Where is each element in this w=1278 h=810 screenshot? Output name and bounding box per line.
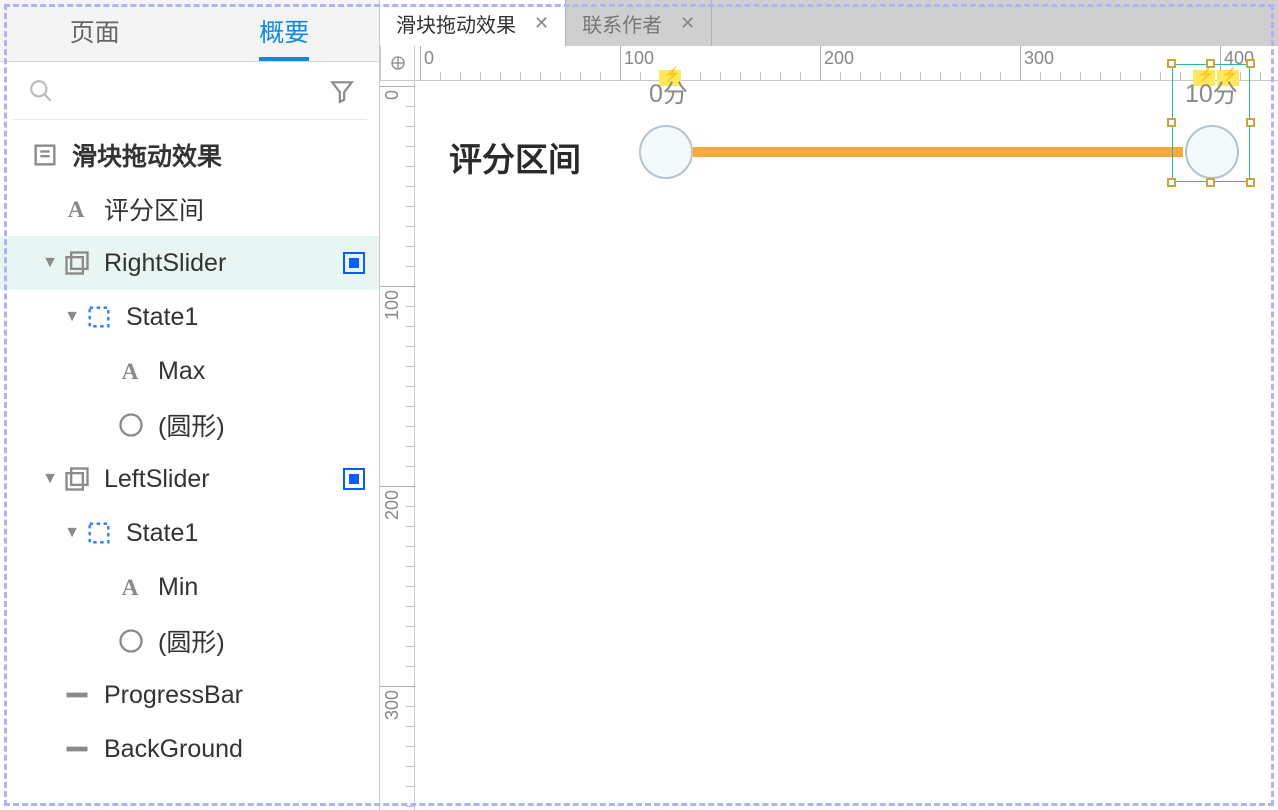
main-area: 滑块拖动效果✕联系作者✕ 0100200300400 0100200300 评分…	[380, 0, 1278, 810]
ruler-vertical[interactable]: 0 100 200 300	[380, 81, 415, 810]
outline-row-label: State1	[126, 303, 365, 332]
svg-text:A: A	[122, 575, 139, 601]
active-tab-indicator	[259, 57, 309, 61]
dynamic-icon	[60, 462, 94, 496]
outline-row-label: (圆形)	[158, 407, 365, 443]
ruler-tick-label: 300	[1024, 48, 1054, 69]
outline-row[interactable]: ▼ State1	[0, 506, 379, 560]
app-root: 页面 概要 滑块拖动效果 A 评分区间 ▼ RightSlider ▼ State1 A Max…	[0, 0, 1278, 810]
sidebar-tab-outline[interactable]: 概要	[190, 0, 380, 61]
svg-text:A: A	[68, 197, 85, 223]
document-tabbar: 滑块拖动效果 ✕ 联系作者 ✕	[380, 0, 1278, 46]
svg-text:A: A	[122, 359, 139, 385]
chevron-down-icon[interactable]: ▼	[62, 308, 82, 326]
outline-tree: 滑块拖动效果 A 评分区间 ▼ RightSlider ▼ State1 A Max (圆形) ▼ L…	[0, 120, 379, 810]
outline-row-label: State1	[126, 519, 365, 548]
outline-row-label: Max	[158, 357, 365, 386]
ruler-tick-label: 0	[382, 90, 403, 100]
outline-row[interactable]: ▼ State1	[0, 290, 379, 344]
chevron-down-icon[interactable]: ▼	[40, 254, 60, 272]
filter-icon[interactable]	[329, 78, 355, 104]
document-tab-label: 联系作者	[582, 9, 662, 38]
selection-bounding-box[interactable]	[1172, 64, 1250, 182]
ruler-horizontal[interactable]: 0100200300400	[415, 46, 1278, 81]
document-tab[interactable]: 联系作者 ✕	[566, 0, 712, 46]
resize-handle-bottom-mid[interactable]	[1206, 178, 1215, 187]
resize-handle-mid-left[interactable]	[1167, 118, 1176, 127]
resize-handle-top-mid[interactable]	[1206, 59, 1215, 68]
close-icon[interactable]: ✕	[680, 13, 695, 34]
document-tab-label: 滑块拖动效果	[396, 9, 516, 38]
ruler-tick-label: 0	[424, 48, 434, 69]
left-slider-knob[interactable]	[639, 125, 693, 179]
outline-row[interactable]: ▼ LeftSlider	[0, 452, 379, 506]
sidebar-tab-page-label: 页面	[70, 13, 120, 49]
resize-handle-bottom-left[interactable]	[1167, 178, 1176, 187]
ruler-origin-icon[interactable]	[380, 46, 415, 81]
outline-row-label: ProgressBar	[104, 681, 365, 710]
ruler-tick-label: 200	[382, 490, 403, 520]
sidebar-tabs: 页面 概要	[0, 0, 379, 62]
outline-row-label: 滑块拖动效果	[72, 137, 365, 173]
search-icon[interactable]	[28, 78, 54, 104]
ruler-tick-label: 300	[382, 690, 403, 720]
line-icon	[60, 678, 94, 712]
resize-handle-mid-right[interactable]	[1246, 118, 1255, 127]
text-icon: A	[114, 570, 148, 604]
outline-row-label: RightSlider	[104, 249, 343, 278]
dynamic-panel-badge-icon	[343, 468, 365, 490]
outline-row-label: BackGround	[104, 735, 365, 764]
document-tab[interactable]: 滑块拖动效果 ✕	[380, 0, 566, 46]
dynamic-icon	[60, 246, 94, 280]
page-icon	[28, 138, 62, 172]
dynamic-panel-badge-icon	[343, 252, 365, 274]
outline-row[interactable]: 滑块拖动效果	[0, 128, 379, 182]
progress-bar[interactable]	[693, 147, 1183, 157]
outline-row[interactable]: (圆形)	[0, 398, 379, 452]
sidebar: 页面 概要 滑块拖动效果 A 评分区间 ▼ RightSlider ▼ State1 A Max…	[0, 0, 380, 810]
sidebar-tab-page[interactable]: 页面	[0, 0, 190, 61]
resize-handle-bottom-right[interactable]	[1246, 178, 1255, 187]
state-icon	[82, 300, 116, 334]
left-score-label[interactable]: 0分	[649, 74, 688, 110]
outline-row[interactable]: ▼ RightSlider	[0, 236, 379, 290]
search-input[interactable]	[64, 79, 329, 102]
sidebar-tab-outline-label: 概要	[259, 13, 309, 49]
outline-row[interactable]: A 评分区间	[0, 182, 379, 236]
ellipse-icon	[114, 624, 148, 658]
outline-row[interactable]: BackGround	[0, 722, 379, 776]
rating-title[interactable]: 评分区间	[449, 133, 581, 181]
resize-handle-top-right[interactable]	[1246, 59, 1255, 68]
workspace: 0 100 200 300 评分区间 0分 10分	[380, 81, 1278, 810]
resize-handle-top-left[interactable]	[1167, 59, 1176, 68]
outline-row-label: (圆形)	[158, 623, 365, 659]
ellipse-icon	[114, 408, 148, 442]
state-icon	[82, 516, 116, 550]
outline-row[interactable]: A Max	[0, 344, 379, 398]
outline-row[interactable]: (圆形)	[0, 614, 379, 668]
outline-row[interactable]: ProgressBar	[0, 668, 379, 722]
ruler-tick-label: 100	[382, 290, 403, 320]
outline-row-label: LeftSlider	[104, 465, 343, 494]
ruler-tick-label: 200	[824, 48, 854, 69]
canvas[interactable]: 评分区间 0分 10分	[415, 81, 1278, 810]
outline-row-label: 评分区间	[104, 191, 365, 227]
search-row	[12, 62, 367, 120]
chevron-down-icon[interactable]: ▼	[62, 524, 82, 542]
outline-row-label: Min	[158, 573, 365, 602]
ruler-tick-label: 100	[624, 48, 654, 69]
chevron-down-icon[interactable]: ▼	[40, 470, 60, 488]
outline-row[interactable]: A Min	[0, 560, 379, 614]
close-icon[interactable]: ✕	[534, 13, 549, 34]
text-icon: A	[114, 354, 148, 388]
text-icon: A	[60, 192, 94, 226]
line-icon	[60, 732, 94, 766]
